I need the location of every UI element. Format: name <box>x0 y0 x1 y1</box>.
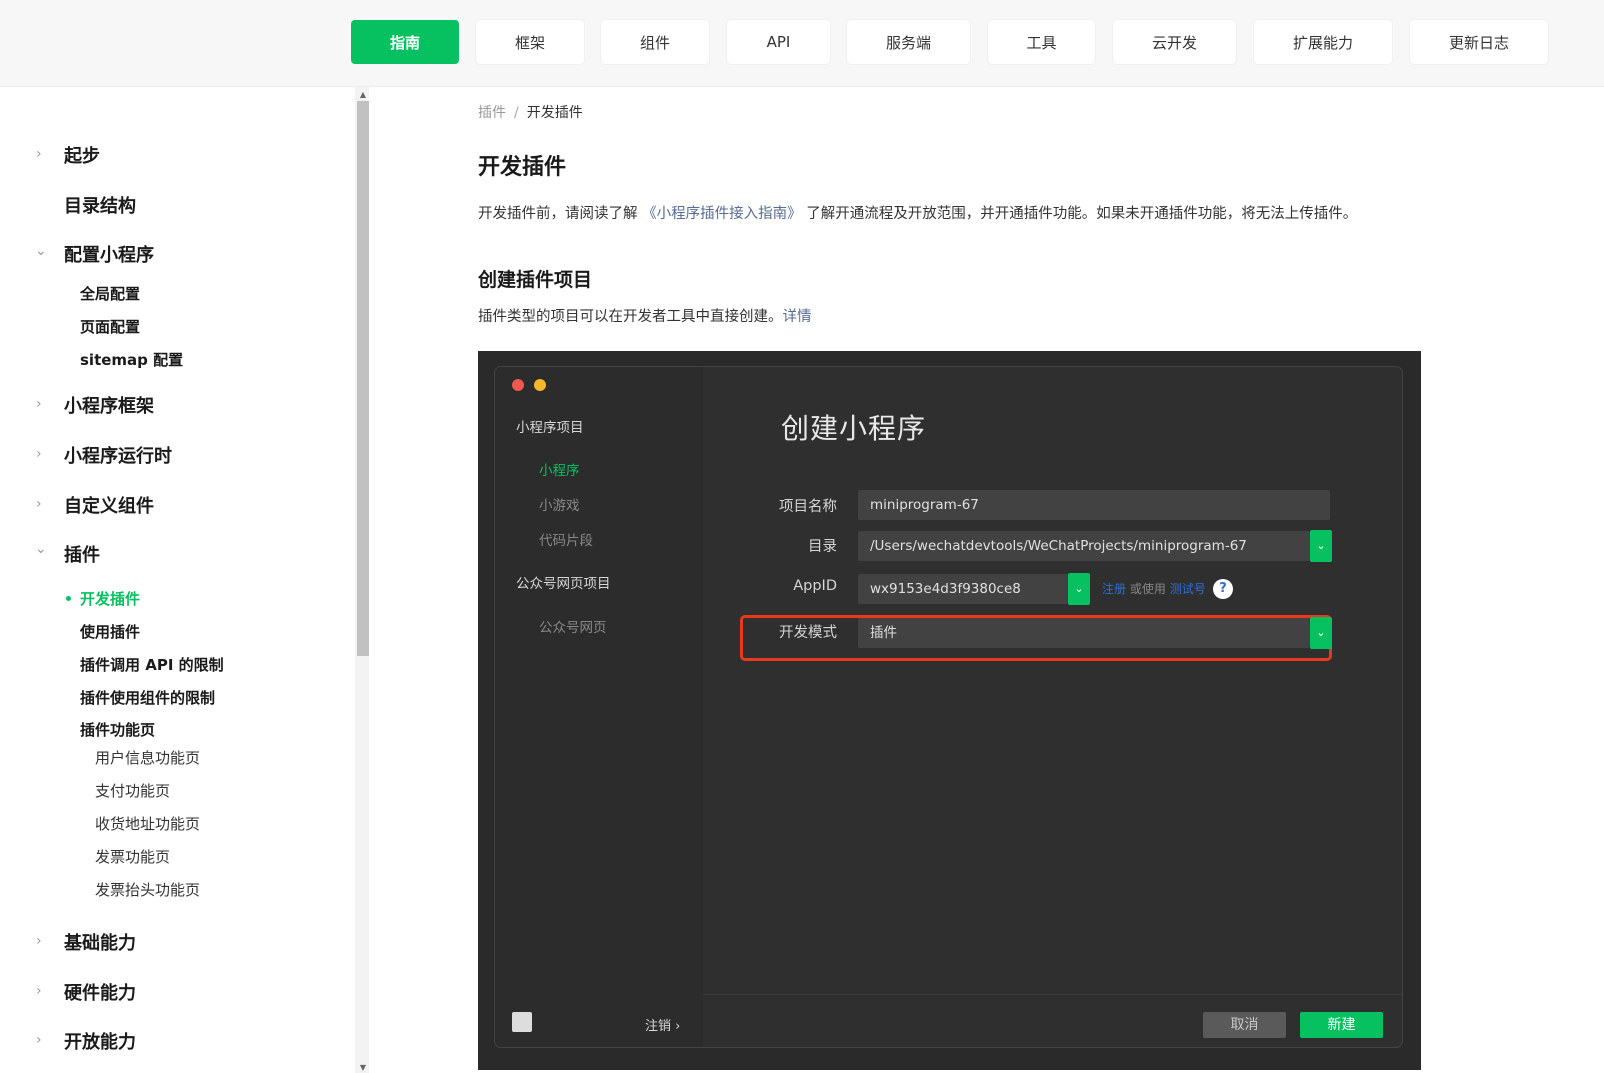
create-button[interactable]: 新建 <box>1300 1012 1383 1038</box>
sidebar-item-open-capabilities[interactable]: 开放能力 <box>64 1028 136 1054</box>
active-dot-icon <box>66 596 71 601</box>
chevron-right-icon[interactable]: › <box>36 934 50 948</box>
intro-prefix: 开发插件前，请阅读了解 <box>478 206 638 222</box>
plugin-guide-link[interactable]: 《小程序插件接入指南》 <box>642 206 802 222</box>
chevron-right-icon[interactable]: › <box>36 397 50 411</box>
dialog-item-webpage[interactable]: 公众号网页 <box>539 616 607 636</box>
tab-components[interactable]: 组件 <box>601 20 709 64</box>
sidebar-item-use-plugin[interactable]: 使用插件 <box>80 621 140 642</box>
tab-framework[interactable]: 框架 <box>476 20 584 64</box>
tab-guide[interactable]: 指南 <box>351 20 459 64</box>
tab-tools[interactable]: 工具 <box>988 20 1095 64</box>
scroll-up-icon[interactable]: ▲ <box>357 90 369 100</box>
sidebar-item-address-page[interactable]: 收货地址功能页 <box>95 813 200 834</box>
intro-paragraph: 开发插件前，请阅读了解 《小程序插件接入指南》 了解开通流程及开放范围，并开通插… <box>478 202 1357 223</box>
appid-input[interactable]: wx9153e4d3f9380ce8 <box>858 574 1068 604</box>
sidebar-item-userinfo-page[interactable]: 用户信息功能页 <box>95 747 200 768</box>
sidebar-item-global-config[interactable]: 全局配置 <box>80 283 140 304</box>
breadcrumb-current: 开发插件 <box>527 105 583 121</box>
test-account-link[interactable]: 测试号 <box>1170 582 1206 596</box>
devtools-screenshot: 小程序项目 小程序 小游戏 代码片段 公众号网页项目 公众号网页 注销 › 创建… <box>478 351 1421 1070</box>
sidebar-item-sitemap-config[interactable]: sitemap 配置 <box>80 349 183 370</box>
dialog-title: 创建小程序 <box>781 407 926 447</box>
breadcrumb-separator: / <box>514 105 519 121</box>
help-icon[interactable]: ? <box>1213 579 1233 599</box>
directory-dropdown-icon[interactable]: ⌄ <box>1310 530 1332 562</box>
section-paragraph: 插件类型的项目可以在开发者工具中直接创建。详情 <box>478 305 812 326</box>
tab-server[interactable]: 服务端 <box>847 20 970 64</box>
sidebar-item-runtime[interactable]: 小程序运行时 <box>64 442 172 468</box>
project-name-label: 项目名称 <box>745 495 837 516</box>
dialog-item-minigame[interactable]: 小游戏 <box>539 494 580 514</box>
logout-button[interactable]: 注销 › <box>645 1015 680 1034</box>
chevron-right-icon[interactable]: › <box>36 984 50 998</box>
appid-dropdown-icon[interactable]: ⌄ <box>1068 573 1090 605</box>
tab-cloud[interactable]: 云开发 <box>1113 20 1236 64</box>
appid-hint: 注册 或使用 测试号 <box>1102 580 1206 597</box>
minimize-dot-icon[interactable] <box>534 379 546 391</box>
section-text: 插件类型的项目可以在开发者工具中直接创建。 <box>478 309 783 325</box>
register-link[interactable]: 注册 <box>1102 582 1126 596</box>
avatar[interactable] <box>512 1012 532 1032</box>
sidebar-item-start[interactable]: 起步 <box>64 142 100 168</box>
chevron-right-icon[interactable]: › <box>36 497 50 511</box>
dialog-item-snippet[interactable]: 代码片段 <box>539 529 593 549</box>
dialog-sidebar: 小程序项目 小程序 小游戏 代码片段 公众号网页项目 公众号网页 注销 › <box>495 367 703 1047</box>
sidebar-item-basic-capabilities[interactable]: 基础能力 <box>64 929 136 955</box>
page-title: 开发插件 <box>478 149 566 181</box>
scroll-down-icon[interactable]: ▼ <box>357 1063 369 1073</box>
breadcrumb-parent[interactable]: 插件 <box>478 105 506 121</box>
sidebar-scrollbar-thumb[interactable] <box>357 101 369 656</box>
directory-label: 目录 <box>745 535 837 556</box>
chevron-right-icon[interactable]: › <box>36 447 50 461</box>
dev-mode-dropdown-icon[interactable]: ⌄ <box>1310 617 1332 649</box>
details-link[interactable]: 详情 <box>783 309 812 325</box>
sidebar-item-framework[interactable]: 小程序框架 <box>64 392 154 418</box>
chevron-down-icon[interactable]: ⌄ <box>35 244 49 258</box>
sidebar-item-plugins[interactable]: 插件 <box>64 541 100 567</box>
dialog-item-miniprogram[interactable]: 小程序 <box>539 459 580 479</box>
chevron-right-icon[interactable]: › <box>36 1033 50 1047</box>
sidebar-item-plugin-component-limits[interactable]: 插件使用组件的限制 <box>80 687 215 708</box>
sidebar-item-plugin-function-pages[interactable]: 插件功能页 <box>80 719 155 740</box>
sidebar-item-invoice-page[interactable]: 发票功能页 <box>95 846 170 867</box>
sidebar-item-invoice-title-page[interactable]: 发票抬头功能页 <box>95 879 200 900</box>
chevron-right-icon[interactable]: › <box>36 147 50 161</box>
intro-suffix: 了解开通流程及开放范围，并开通插件功能。如果未开通插件功能，将无法上传插件。 <box>806 206 1357 222</box>
sidebar-item-page-config[interactable]: 页面配置 <box>80 316 140 337</box>
dialog-group-webpage: 公众号网页项目 <box>516 572 611 592</box>
sidebar-item-directory[interactable]: 目录结构 <box>64 192 136 218</box>
or-use-text: 或使用 <box>1130 582 1166 596</box>
dialog-group-miniprogram: 小程序项目 <box>516 416 584 436</box>
dev-mode-label: 开发模式 <box>745 621 837 642</box>
directory-input[interactable]: /Users/wechatdevtools/WeChatProjects/min… <box>858 531 1310 561</box>
sidebar-item-develop-plugin[interactable]: 开发插件 <box>80 588 140 609</box>
create-project-window: 小程序项目 小程序 小游戏 代码片段 公众号网页项目 公众号网页 注销 › 创建… <box>495 367 1402 1047</box>
sidebar-item-hardware[interactable]: 硬件能力 <box>64 979 136 1005</box>
tab-changelog[interactable]: 更新日志 <box>1410 20 1548 64</box>
sidebar-item-payment-page[interactable]: 支付功能页 <box>95 780 170 801</box>
sidebar-item-config[interactable]: 配置小程序 <box>64 241 154 267</box>
sidebar: › 起步 目录结构 ⌄ 配置小程序 全局配置 页面配置 sitemap 配置 ›… <box>0 87 355 1073</box>
cancel-button[interactable]: 取消 <box>1203 1012 1286 1038</box>
sidebar-item-custom-components[interactable]: 自定义组件 <box>64 492 154 518</box>
dev-mode-select[interactable]: 插件 <box>858 618 1310 648</box>
section-title: 创建插件项目 <box>478 265 592 292</box>
close-dot-icon[interactable] <box>512 379 524 391</box>
dialog-footer-divider <box>703 994 1402 995</box>
top-nav-bar: 指南 框架 组件 API 服务端 工具 云开发 扩展能力 更新日志 <box>0 0 1604 87</box>
sidebar-item-plugin-api-limits[interactable]: 插件调用 API 的限制 <box>80 654 224 675</box>
chevron-down-icon[interactable]: ⌄ <box>35 542 49 556</box>
tab-api[interactable]: API <box>727 20 830 64</box>
tab-extensions[interactable]: 扩展能力 <box>1254 20 1392 64</box>
breadcrumb: 插件 / 开发插件 <box>478 102 583 122</box>
project-name-input[interactable]: miniprogram-67 <box>858 490 1330 520</box>
appid-label: AppID <box>745 578 837 594</box>
